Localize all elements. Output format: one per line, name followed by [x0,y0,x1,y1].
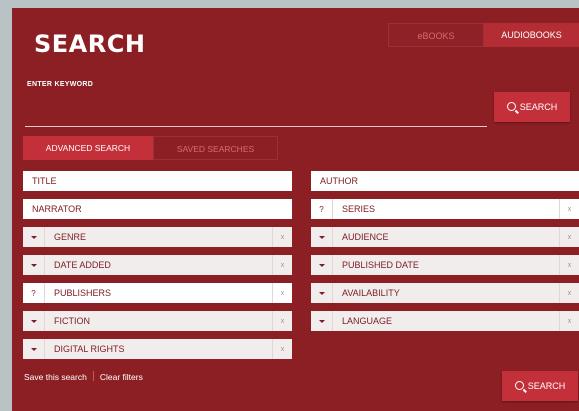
clear-icon[interactable]: x [559,311,579,331]
series-field[interactable]: ? SERIES x [311,199,579,219]
keyword-label: ENTER KEYWORD [27,81,94,88]
tab-saved-searches[interactable]: SAVED SEARCHES [153,136,278,160]
clear-icon[interactable]: x [559,255,579,275]
clear-icon[interactable]: x [559,283,579,303]
fiction-dropdown[interactable]: FICTION x [23,311,292,331]
author-field-label: AUTHOR [320,176,358,186]
narrator-field[interactable]: NARRATOR [23,199,292,219]
published-date-dropdown[interactable]: PUBLISHED DATE x [311,255,579,275]
genre-dropdown-label: GENRE [54,232,87,242]
published-date-dropdown-label: PUBLISHED DATE [342,260,419,270]
audiobooks-toggle[interactable]: AUDIOBOOKS [484,23,579,47]
search-panel: SEARCH eBOOKS AUDIOBOOKS ENTER KEYWORD S… [12,8,579,411]
help-icon[interactable]: ? [311,199,333,219]
chevron-down-icon [311,255,333,275]
keyword-input[interactable] [25,102,487,127]
search-button-label: SEARCH [519,102,558,112]
genre-dropdown[interactable]: GENRE x [23,227,292,247]
search-button-top[interactable]: SEARCH [494,92,570,122]
ebooks-toggle[interactable]: eBOOKS [388,23,484,47]
chevron-down-icon [311,311,333,331]
narrator-field-label: NARRATOR [32,204,82,214]
digital-rights-dropdown-label: DIGITAL RIGHTS [54,344,125,354]
availability-dropdown-label: AVAILABILITY [342,288,400,298]
chevron-down-icon [311,227,333,247]
audience-dropdown-label: AUDIENCE [342,232,389,242]
clear-icon[interactable]: x [559,227,579,247]
date-added-dropdown-label: DATE ADDED [54,260,111,270]
title-field[interactable]: TITLE [23,171,292,191]
search-button-bottom[interactable]: SEARCH [502,371,578,401]
audience-dropdown[interactable]: AUDIENCE x [311,227,579,247]
clear-icon[interactable]: x [559,199,579,219]
chevron-down-icon [23,311,45,331]
page-title: SEARCH [34,30,146,58]
link-divider [92,371,94,381]
search-button-label: SEARCH [527,381,566,391]
chevron-down-icon [23,339,45,359]
digital-rights-dropdown[interactable]: DIGITAL RIGHTS x [23,339,292,359]
save-search-link[interactable]: Save this search [24,372,87,382]
language-dropdown-label: LANGUAGE [342,316,393,326]
tab-advanced-search[interactable]: ADVANCED SEARCH [23,136,153,160]
search-icon [514,381,524,390]
footer-links: Save this search Clear filters [24,371,143,382]
help-icon[interactable]: ? [23,283,45,303]
author-field[interactable]: AUTHOR [311,171,579,191]
clear-icon[interactable]: x [272,311,292,331]
language-dropdown[interactable]: LANGUAGE x [311,311,579,331]
search-icon [506,102,516,111]
title-field-label: TITLE [32,176,57,186]
chevron-down-icon [23,255,45,275]
availability-dropdown[interactable]: AVAILABILITY x [311,283,579,303]
clear-icon[interactable]: x [272,283,292,303]
publishers-field[interactable]: ? PUBLISHERS x [23,283,292,303]
date-added-dropdown[interactable]: DATE ADDED x [23,255,292,275]
series-field-label: SERIES [342,204,376,214]
clear-filters-link[interactable]: Clear filters [100,372,143,382]
chevron-down-icon [311,283,333,303]
clear-icon[interactable]: x [272,227,292,247]
clear-icon[interactable]: x [272,339,292,359]
chevron-down-icon [23,227,45,247]
fiction-dropdown-label: FICTION [54,316,90,326]
publishers-field-label: PUBLISHERS [54,288,112,298]
clear-icon[interactable]: x [272,255,292,275]
